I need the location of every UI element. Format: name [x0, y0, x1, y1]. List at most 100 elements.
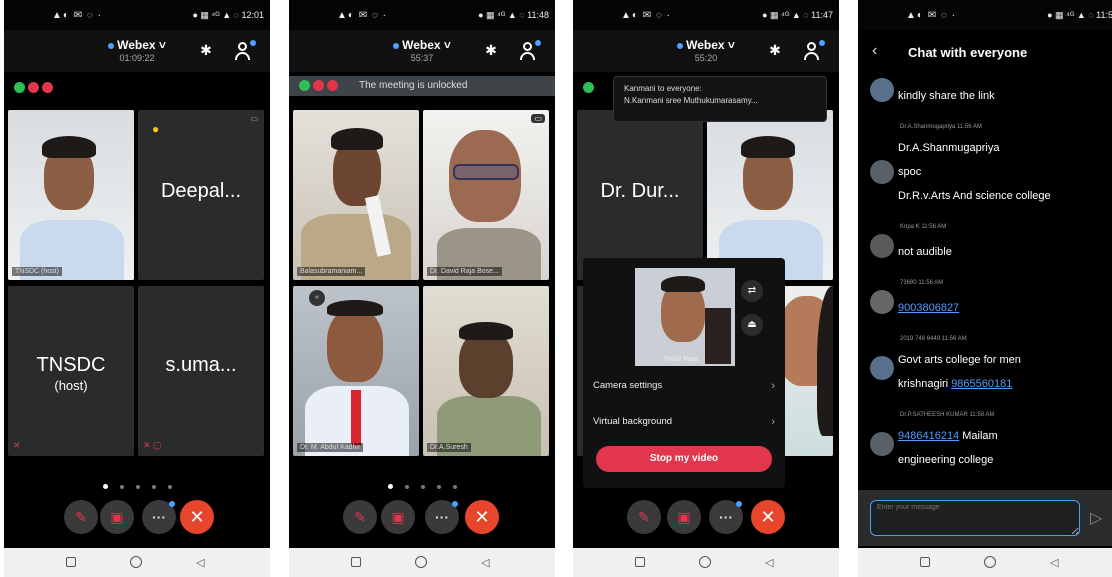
- switch-camera-icon[interactable]: ⇄: [741, 280, 763, 302]
- message-meta: 73680 11:56 AM: [900, 280, 944, 286]
- recent-apps-icon[interactable]: [635, 557, 645, 567]
- more-options-icon[interactable]: ···: [709, 500, 743, 534]
- back-arrow-icon[interactable]: ‹: [872, 42, 877, 60]
- participants-icon[interactable]: [234, 40, 256, 62]
- screenshot-collage: ▲◐ ✉ ◌ · ● ▦ ⁴ᴳ ▲ ◌ 12:01 Webex ˅ 01:09:…: [0, 0, 1112, 577]
- meeting-title-text: Webex: [686, 38, 725, 52]
- chat-composer: ▷: [858, 490, 1112, 546]
- video-tile[interactable]: [707, 110, 833, 280]
- send-icon[interactable]: ▷: [1090, 508, 1102, 528]
- video-options-menu: Thilak Raja ⇄ ⏏ Camera settings › Virtua…: [583, 258, 785, 488]
- back-icon[interactable]: ◁: [196, 556, 204, 569]
- green-indicator-icon: [299, 80, 310, 91]
- end-call-icon[interactable]: ✕: [751, 500, 785, 534]
- eject-icon[interactable]: ⏏: [741, 314, 763, 336]
- home-icon[interactable]: [699, 556, 711, 568]
- status-bar: ▲◐ ✉ ◌ · ● ▦ ⁴ᴳ ▲ ◌ 11:58: [858, 0, 1112, 30]
- chat-message-input[interactable]: [870, 500, 1080, 536]
- phone-link[interactable]: 9486416214: [898, 430, 959, 442]
- end-call-icon[interactable]: ✕: [465, 500, 499, 534]
- message-text: Dr.A.Shanmugapriya: [898, 142, 1000, 154]
- meeting-controls: ✎ ▣ ··· ✕: [573, 498, 839, 538]
- message-text-with-link: krishnagiri 9865560181: [898, 378, 1012, 390]
- video-off-icon[interactable]: ▣: [667, 500, 701, 534]
- video-off-icon[interactable]: ▣: [381, 500, 415, 534]
- tile-caption: Balasubramaniam...: [297, 267, 366, 276]
- video-tile[interactable]: Dr.A.Suresh: [423, 286, 549, 456]
- message-text: Dr.R.v.Arts And science college: [898, 190, 1051, 202]
- phone-link[interactable]: 9003806827: [898, 302, 959, 314]
- page-indicator[interactable]: [289, 476, 555, 494]
- camera-settings-item[interactable]: Camera settings ›: [593, 380, 775, 400]
- red-indicator-icon: [327, 80, 338, 91]
- layout-icon[interactable]: ▭: [531, 114, 545, 123]
- end-call-icon[interactable]: ✕: [180, 500, 214, 534]
- back-icon[interactable]: ◁: [1050, 556, 1058, 569]
- status-right-icons: ● ▦ ⁴ᴳ ▲ ◌ 12:01: [192, 10, 264, 20]
- mute-mic-icon[interactable]: ✎: [64, 500, 98, 534]
- home-icon[interactable]: [984, 556, 996, 568]
- home-icon[interactable]: [130, 556, 142, 568]
- avatar: [870, 432, 894, 456]
- avatar: [870, 78, 894, 102]
- meeting-controls: ✎ ▣ ··· ✕: [289, 498, 555, 538]
- meeting-title[interactable]: Webex ˅: [289, 38, 555, 52]
- bluetooth-icon[interactable]: ✱: [767, 42, 783, 60]
- message-text: kindly share the link: [898, 90, 995, 102]
- status-right-icons: ● ▦ ⁴ᴳ ▲ ◌ 11:58: [1047, 10, 1112, 20]
- phone-link[interactable]: 9865560181: [951, 378, 1012, 390]
- android-nav-bar: ◁: [573, 548, 839, 577]
- red-indicator-icon: [313, 80, 324, 91]
- bluetooth-icon[interactable]: ✱: [198, 42, 214, 60]
- meeting-title[interactable]: Webex ˅: [573, 38, 839, 52]
- virtual-background-item[interactable]: Virtual background ›: [593, 416, 775, 436]
- stop-video-button[interactable]: Stop my video: [596, 446, 772, 472]
- page-indicator[interactable]: [4, 476, 270, 494]
- chat-notification[interactable]: Kanmani to everyone: N.Kanmani sree Muth…: [613, 76, 827, 122]
- meeting-title[interactable]: Webex ˅: [4, 38, 270, 52]
- status-left-icons: ▲◐ ✉ ◌ ·: [621, 10, 671, 21]
- android-nav-bar: ◁: [289, 548, 555, 577]
- video-off-icon[interactable]: ▣: [100, 500, 134, 534]
- avatar: [870, 356, 894, 380]
- recent-apps-icon[interactable]: [351, 557, 361, 567]
- mute-mic-icon[interactable]: ✎: [343, 500, 377, 534]
- video-tile[interactable]: « Dr. M. Abdul Kadhir: [293, 286, 419, 456]
- participant-name: Deepal...: [160, 180, 242, 202]
- home-icon[interactable]: [415, 556, 427, 568]
- bluetooth-icon[interactable]: ✱: [483, 42, 499, 60]
- meeting-controls: ✎ ▣ ··· ✕: [4, 498, 270, 538]
- participant-tile[interactable]: s.uma... ✕ ▢: [138, 286, 264, 456]
- participants-icon[interactable]: [519, 40, 541, 62]
- webex-icon: [108, 42, 115, 49]
- meeting-header: Webex ˅ 55:20 ✱: [573, 30, 839, 72]
- message-text-with-link: 9486416214 Mailam: [898, 430, 998, 442]
- status-left-icons: ▲◐ ✉ ◌ ·: [52, 10, 102, 21]
- participant-tile[interactable]: ● ▭ Deepal...: [138, 110, 264, 280]
- tile-caption: TNSDC (host): [12, 267, 62, 276]
- layout-icon[interactable]: ▭: [250, 114, 258, 123]
- back-icon[interactable]: ◁: [481, 556, 489, 569]
- notification-message: N.Kanmani sree Muthukumarasamy...: [624, 96, 758, 105]
- meeting-timer: 55:20: [694, 53, 718, 63]
- meeting-status-banner: The meeting is unlocked: [289, 76, 555, 96]
- participants-icon[interactable]: [803, 40, 825, 62]
- participant-tile[interactable]: Dr. Dur...: [577, 110, 703, 280]
- chat-message-list[interactable]: kindly share the link Dr.A.Shanmugapriya…: [858, 74, 1112, 488]
- recent-apps-icon[interactable]: [920, 557, 930, 567]
- camera-settings-label: Camera settings: [593, 380, 663, 391]
- video-tile[interactable]: Balasubramaniam...: [293, 110, 419, 280]
- video-tile[interactable]: TNSDC (host): [8, 110, 134, 280]
- participant-tile[interactable]: TNSDC (host) ✕: [8, 286, 134, 456]
- webex-icon: [393, 42, 400, 49]
- recent-apps-icon[interactable]: [66, 557, 76, 567]
- collapse-icon[interactable]: «: [309, 290, 325, 306]
- video-tile[interactable]: ▭ Dr. David Raja Bose...: [423, 110, 549, 280]
- self-video-preview: Thilak Raja: [635, 268, 735, 366]
- more-options-icon[interactable]: ···: [142, 500, 176, 534]
- more-options-icon[interactable]: ···: [425, 500, 459, 534]
- mute-mic-icon[interactable]: ✎: [627, 500, 661, 534]
- chevron-right-icon: ›: [771, 416, 775, 428]
- speaking-mic-icon: ●: [152, 122, 160, 136]
- back-icon[interactable]: ◁: [765, 556, 773, 569]
